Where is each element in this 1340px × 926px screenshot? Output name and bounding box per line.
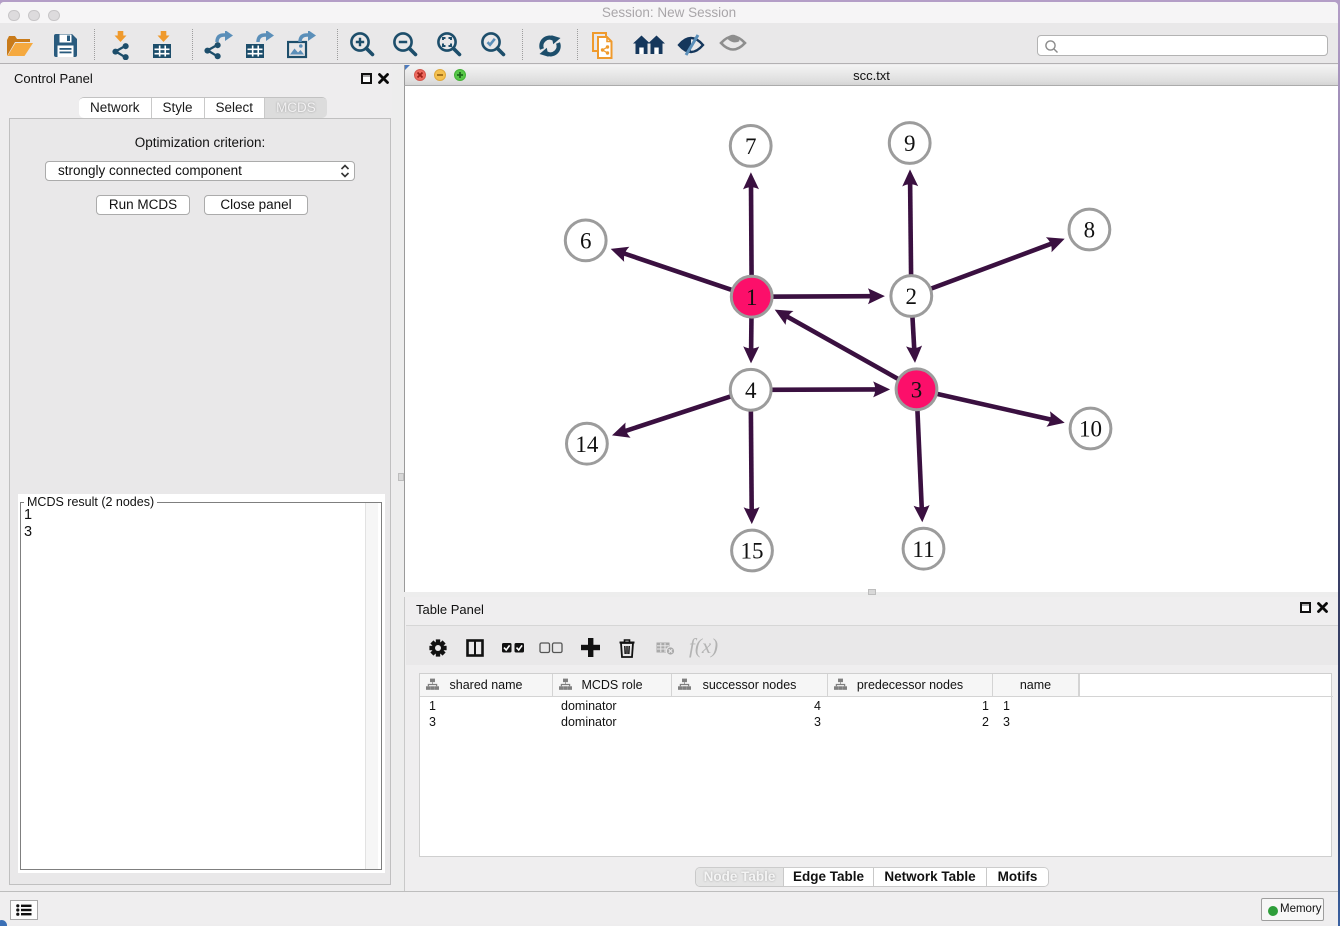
svg-text:2: 2 xyxy=(906,284,918,309)
svg-text:6: 6 xyxy=(580,229,592,254)
svg-text:10: 10 xyxy=(1079,417,1102,442)
svg-text:4: 4 xyxy=(745,378,757,403)
svg-text:14: 14 xyxy=(575,432,599,457)
svg-text:3: 3 xyxy=(911,378,923,403)
svg-text:11: 11 xyxy=(912,537,934,562)
svg-text:8: 8 xyxy=(1084,218,1096,243)
svg-text:15: 15 xyxy=(741,539,764,564)
svg-text:9: 9 xyxy=(904,131,916,156)
svg-text:1: 1 xyxy=(746,285,758,310)
svg-text:7: 7 xyxy=(745,134,757,159)
